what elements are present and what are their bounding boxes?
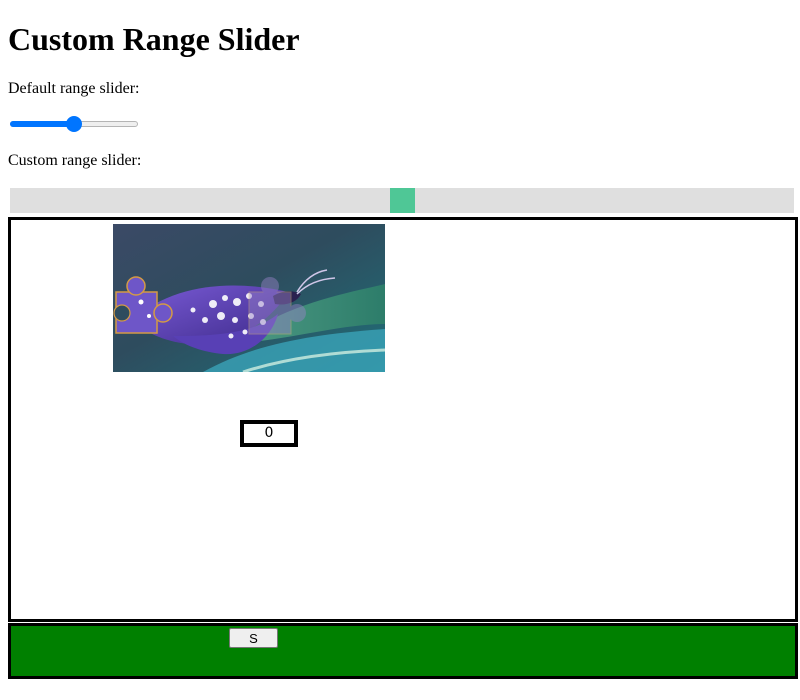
default-slider-fill <box>10 121 74 127</box>
default-slider-label: Default range slider: <box>8 80 140 97</box>
default-slider-thumb[interactable] <box>66 116 82 132</box>
control-bar: S <box>8 623 798 679</box>
s-button[interactable]: S <box>229 628 278 648</box>
custom-slider-thumb[interactable] <box>389 188 415 213</box>
custom-range-slider[interactable] <box>10 188 794 213</box>
custom-slider-label: Custom range slider: <box>8 152 142 169</box>
page-title: Custom Range Slider <box>8 21 300 57</box>
butterfly-photo <box>113 224 385 372</box>
default-range-slider[interactable] <box>10 116 138 132</box>
puzzle-panel: 0 <box>8 217 798 622</box>
puzzle-counter: 0 <box>240 420 298 447</box>
